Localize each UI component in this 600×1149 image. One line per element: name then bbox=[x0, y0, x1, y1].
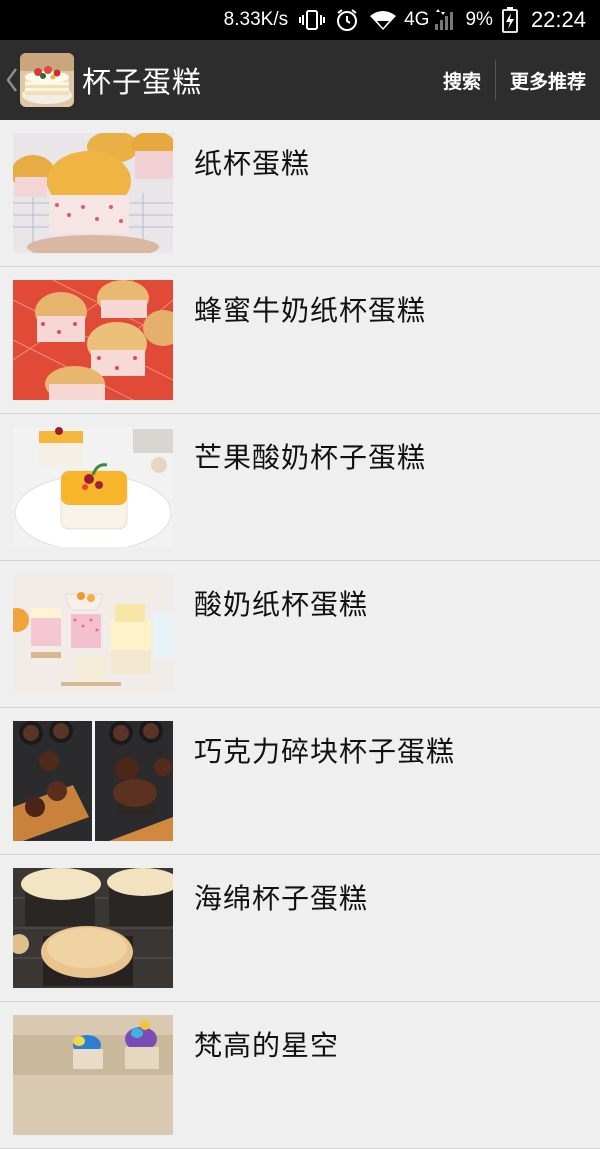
list-item[interactable]: 纸杯蛋糕 bbox=[0, 120, 600, 267]
recipe-thumbnail bbox=[13, 868, 173, 988]
recipe-title: 芒果酸奶杯子蛋糕 bbox=[194, 441, 427, 474]
back-icon[interactable] bbox=[4, 40, 20, 120]
status-bar: 8.33K/s 4G 9% 22:24 bbox=[0, 0, 600, 40]
page-title: 杯子蛋糕 bbox=[82, 65, 203, 99]
battery-percent: 9% bbox=[465, 9, 493, 30]
recipe-title: 巧克力碎块杯子蛋糕 bbox=[194, 735, 456, 768]
recipe-title: 梵高的星空 bbox=[194, 1029, 340, 1062]
more-recommendations-button[interactable]: 更多推荐 bbox=[496, 40, 600, 120]
recipe-thumbnail bbox=[13, 280, 173, 400]
recipe-thumbnail bbox=[13, 133, 173, 253]
list-item[interactable]: 酸奶纸杯蛋糕 bbox=[0, 561, 600, 708]
net-speed: 8.33K/s bbox=[223, 9, 289, 30]
recipe-title: 酸奶纸杯蛋糕 bbox=[194, 588, 369, 621]
battery-charging-icon bbox=[502, 7, 518, 33]
recipe-thumbnail bbox=[13, 721, 173, 841]
clock: 22:24 bbox=[530, 7, 586, 32]
app-bar: 杯子蛋糕 搜索 更多推荐 bbox=[0, 40, 600, 120]
wifi-icon bbox=[369, 9, 397, 31]
recipe-thumbnail bbox=[13, 574, 173, 694]
signal-icon bbox=[434, 9, 456, 31]
alarm-icon bbox=[335, 8, 359, 32]
vibrate-icon bbox=[299, 9, 326, 31]
recipe-title: 海绵杯子蛋糕 bbox=[194, 882, 369, 915]
app-logo[interactable] bbox=[20, 53, 74, 107]
list-item[interactable]: 巧克力碎块杯子蛋糕 bbox=[0, 708, 600, 855]
recipe-thumbnail bbox=[13, 427, 173, 547]
list-item[interactable]: 海绵杯子蛋糕 bbox=[0, 855, 600, 1002]
search-button[interactable]: 搜索 bbox=[429, 40, 495, 120]
recipe-list: 纸杯蛋糕 蜂蜜牛奶纸杯蛋糕 芒果酸奶杯子蛋糕 酸奶纸杯蛋糕 巧克力碎块杯子蛋糕 … bbox=[0, 120, 600, 1149]
list-item[interactable]: 芒果酸奶杯子蛋糕 bbox=[0, 414, 600, 561]
list-item[interactable]: 蜂蜜牛奶纸杯蛋糕 bbox=[0, 267, 600, 414]
network-type: 4G bbox=[404, 9, 430, 30]
recipe-title: 纸杯蛋糕 bbox=[194, 147, 311, 180]
list-item[interactable]: 梵高的星空 bbox=[0, 1002, 600, 1149]
recipe-thumbnail bbox=[13, 1015, 173, 1135]
recipe-title: 蜂蜜牛奶纸杯蛋糕 bbox=[194, 294, 427, 327]
